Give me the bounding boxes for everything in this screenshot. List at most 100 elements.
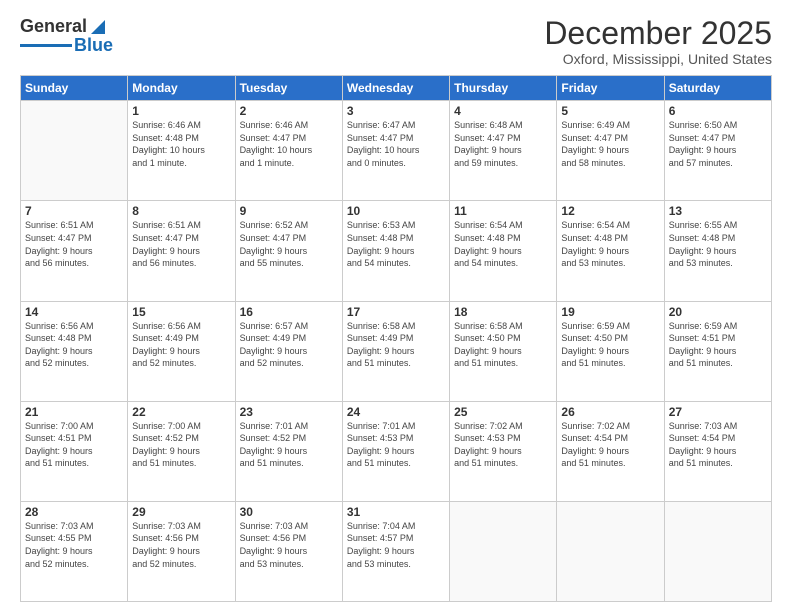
day-number: 23: [240, 405, 338, 419]
day-info: Sunrise: 6:51 AM Sunset: 4:47 PM Dayligh…: [132, 219, 230, 269]
day-info: Sunrise: 6:57 AM Sunset: 4:49 PM Dayligh…: [240, 320, 338, 370]
day-info: Sunrise: 6:59 AM Sunset: 4:51 PM Dayligh…: [669, 320, 767, 370]
day-info: Sunrise: 6:59 AM Sunset: 4:50 PM Dayligh…: [561, 320, 659, 370]
day-number: 31: [347, 505, 445, 519]
table-row: 17Sunrise: 6:58 AM Sunset: 4:49 PM Dayli…: [342, 301, 449, 401]
table-row: 4Sunrise: 6:48 AM Sunset: 4:47 PM Daylig…: [450, 101, 557, 201]
logo: General Blue: [20, 16, 113, 56]
header: General Blue December 2025 Oxford, Missi…: [20, 16, 772, 67]
day-number: 8: [132, 204, 230, 218]
day-info: Sunrise: 6:58 AM Sunset: 4:50 PM Dayligh…: [454, 320, 552, 370]
table-row: 5Sunrise: 6:49 AM Sunset: 4:47 PM Daylig…: [557, 101, 664, 201]
table-row: [664, 501, 771, 601]
day-info: Sunrise: 7:01 AM Sunset: 4:52 PM Dayligh…: [240, 420, 338, 470]
day-info: Sunrise: 7:03 AM Sunset: 4:55 PM Dayligh…: [25, 520, 123, 570]
day-info: Sunrise: 7:04 AM Sunset: 4:57 PM Dayligh…: [347, 520, 445, 570]
logo-general-text: General: [20, 16, 87, 37]
day-number: 21: [25, 405, 123, 419]
day-number: 15: [132, 305, 230, 319]
table-row: 12Sunrise: 6:54 AM Sunset: 4:48 PM Dayli…: [557, 201, 664, 301]
calendar-table: Sunday Monday Tuesday Wednesday Thursday…: [20, 75, 772, 602]
day-number: 22: [132, 405, 230, 419]
day-number: 5: [561, 104, 659, 118]
table-row: [557, 501, 664, 601]
day-info: Sunrise: 6:54 AM Sunset: 4:48 PM Dayligh…: [561, 219, 659, 269]
col-tuesday: Tuesday: [235, 76, 342, 101]
day-info: Sunrise: 6:52 AM Sunset: 4:47 PM Dayligh…: [240, 219, 338, 269]
table-row: 24Sunrise: 7:01 AM Sunset: 4:53 PM Dayli…: [342, 401, 449, 501]
logo-triangle-icon: [87, 18, 109, 36]
table-row: 26Sunrise: 7:02 AM Sunset: 4:54 PM Dayli…: [557, 401, 664, 501]
day-number: 10: [347, 204, 445, 218]
day-number: 28: [25, 505, 123, 519]
table-row: 10Sunrise: 6:53 AM Sunset: 4:48 PM Dayli…: [342, 201, 449, 301]
day-number: 7: [25, 204, 123, 218]
table-row: 2Sunrise: 6:46 AM Sunset: 4:47 PM Daylig…: [235, 101, 342, 201]
table-row: 16Sunrise: 6:57 AM Sunset: 4:49 PM Dayli…: [235, 301, 342, 401]
day-number: 2: [240, 104, 338, 118]
day-number: 20: [669, 305, 767, 319]
table-row: 7Sunrise: 6:51 AM Sunset: 4:47 PM Daylig…: [21, 201, 128, 301]
table-row: 8Sunrise: 6:51 AM Sunset: 4:47 PM Daylig…: [128, 201, 235, 301]
table-row: 13Sunrise: 6:55 AM Sunset: 4:48 PM Dayli…: [664, 201, 771, 301]
table-row: 6Sunrise: 6:50 AM Sunset: 4:47 PM Daylig…: [664, 101, 771, 201]
table-row: 22Sunrise: 7:00 AM Sunset: 4:52 PM Dayli…: [128, 401, 235, 501]
col-saturday: Saturday: [664, 76, 771, 101]
day-info: Sunrise: 6:48 AM Sunset: 4:47 PM Dayligh…: [454, 119, 552, 169]
day-info: Sunrise: 6:54 AM Sunset: 4:48 PM Dayligh…: [454, 219, 552, 269]
day-info: Sunrise: 7:02 AM Sunset: 4:54 PM Dayligh…: [561, 420, 659, 470]
day-number: 6: [669, 104, 767, 118]
table-row: 30Sunrise: 7:03 AM Sunset: 4:56 PM Dayli…: [235, 501, 342, 601]
table-row: 21Sunrise: 7:00 AM Sunset: 4:51 PM Dayli…: [21, 401, 128, 501]
col-thursday: Thursday: [450, 76, 557, 101]
day-number: 17: [347, 305, 445, 319]
day-number: 24: [347, 405, 445, 419]
table-row: 11Sunrise: 6:54 AM Sunset: 4:48 PM Dayli…: [450, 201, 557, 301]
day-info: Sunrise: 6:47 AM Sunset: 4:47 PM Dayligh…: [347, 119, 445, 169]
day-number: 19: [561, 305, 659, 319]
col-wednesday: Wednesday: [342, 76, 449, 101]
day-info: Sunrise: 7:03 AM Sunset: 4:54 PM Dayligh…: [669, 420, 767, 470]
day-number: 3: [347, 104, 445, 118]
day-info: Sunrise: 6:46 AM Sunset: 4:48 PM Dayligh…: [132, 119, 230, 169]
day-info: Sunrise: 6:53 AM Sunset: 4:48 PM Dayligh…: [347, 219, 445, 269]
calendar-location: Oxford, Mississippi, United States: [544, 51, 772, 67]
calendar-title: December 2025: [544, 16, 772, 51]
day-number: 14: [25, 305, 123, 319]
day-number: 11: [454, 204, 552, 218]
day-number: 26: [561, 405, 659, 419]
calendar-header-row: Sunday Monday Tuesday Wednesday Thursday…: [21, 76, 772, 101]
logo-blue-text: Blue: [74, 35, 113, 56]
day-number: 9: [240, 204, 338, 218]
table-row: 15Sunrise: 6:56 AM Sunset: 4:49 PM Dayli…: [128, 301, 235, 401]
table-row: [21, 101, 128, 201]
day-info: Sunrise: 6:56 AM Sunset: 4:49 PM Dayligh…: [132, 320, 230, 370]
day-info: Sunrise: 7:00 AM Sunset: 4:52 PM Dayligh…: [132, 420, 230, 470]
day-number: 4: [454, 104, 552, 118]
table-row: 28Sunrise: 7:03 AM Sunset: 4:55 PM Dayli…: [21, 501, 128, 601]
day-info: Sunrise: 6:51 AM Sunset: 4:47 PM Dayligh…: [25, 219, 123, 269]
table-row: 31Sunrise: 7:04 AM Sunset: 4:57 PM Dayli…: [342, 501, 449, 601]
table-row: 14Sunrise: 6:56 AM Sunset: 4:48 PM Dayli…: [21, 301, 128, 401]
day-number: 27: [669, 405, 767, 419]
title-block: December 2025 Oxford, Mississippi, Unite…: [544, 16, 772, 67]
day-info: Sunrise: 6:46 AM Sunset: 4:47 PM Dayligh…: [240, 119, 338, 169]
col-sunday: Sunday: [21, 76, 128, 101]
day-info: Sunrise: 7:03 AM Sunset: 4:56 PM Dayligh…: [240, 520, 338, 570]
table-row: 27Sunrise: 7:03 AM Sunset: 4:54 PM Dayli…: [664, 401, 771, 501]
col-friday: Friday: [557, 76, 664, 101]
col-monday: Monday: [128, 76, 235, 101]
day-info: Sunrise: 7:01 AM Sunset: 4:53 PM Dayligh…: [347, 420, 445, 470]
day-number: 12: [561, 204, 659, 218]
table-row: 1Sunrise: 6:46 AM Sunset: 4:48 PM Daylig…: [128, 101, 235, 201]
table-row: 29Sunrise: 7:03 AM Sunset: 4:56 PM Dayli…: [128, 501, 235, 601]
table-row: [450, 501, 557, 601]
day-number: 16: [240, 305, 338, 319]
day-number: 18: [454, 305, 552, 319]
day-info: Sunrise: 6:56 AM Sunset: 4:48 PM Dayligh…: [25, 320, 123, 370]
day-info: Sunrise: 6:58 AM Sunset: 4:49 PM Dayligh…: [347, 320, 445, 370]
day-info: Sunrise: 6:50 AM Sunset: 4:47 PM Dayligh…: [669, 119, 767, 169]
day-number: 1: [132, 104, 230, 118]
day-info: Sunrise: 6:55 AM Sunset: 4:48 PM Dayligh…: [669, 219, 767, 269]
table-row: 9Sunrise: 6:52 AM Sunset: 4:47 PM Daylig…: [235, 201, 342, 301]
